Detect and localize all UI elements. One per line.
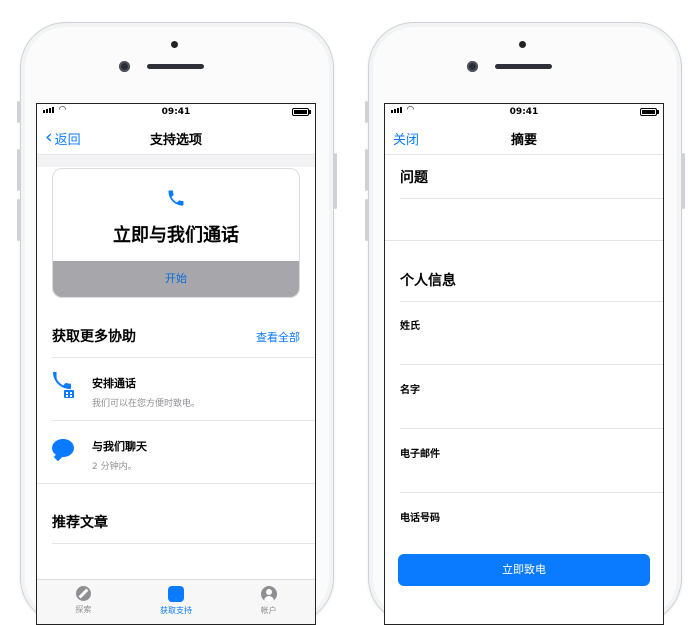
last-name-field[interactable] xyxy=(400,336,663,356)
front-camera xyxy=(119,61,130,72)
status-bar: ◠ 09:41 xyxy=(37,104,315,120)
mute-switch xyxy=(17,101,20,123)
status-time: 09:41 xyxy=(509,107,539,117)
last-name-label: 姓氏 xyxy=(400,321,420,332)
proximity-sensor xyxy=(519,41,526,48)
divider xyxy=(385,240,663,241)
divider xyxy=(52,543,315,544)
page-title: 支持选项 xyxy=(149,133,202,148)
phone-number-field[interactable] xyxy=(400,528,663,548)
mute-switch xyxy=(365,101,368,123)
recommended-heading: 推荐文章 xyxy=(52,515,108,531)
header-spacer xyxy=(37,155,315,167)
screen-support-options: ◠ 09:41 ‹ 返回 支持选项 立即与我们通话 开始 获取更多协助 查看全部 xyxy=(36,103,316,625)
volume-up-button xyxy=(365,149,368,191)
nav-bar: ‹ 返回 支持选项 xyxy=(37,120,315,155)
earpiece-speaker xyxy=(147,64,204,69)
divider xyxy=(400,301,663,302)
see-all-link[interactable]: 查看全部 xyxy=(256,329,300,345)
support-icon xyxy=(168,586,184,602)
call-now-card[interactable]: 立即与我们通话 开始 xyxy=(52,168,300,298)
divider xyxy=(400,492,663,493)
tab-get-support[interactable]: 获取支持 xyxy=(130,580,223,624)
first-name-field[interactable] xyxy=(400,400,663,420)
email-field[interactable] xyxy=(400,464,663,484)
phone-icon xyxy=(53,188,299,213)
problem-field[interactable] xyxy=(400,209,663,229)
call-now-button[interactable]: 立即致电 xyxy=(398,554,650,586)
divider xyxy=(400,364,663,365)
divider xyxy=(400,428,663,429)
tab-label: 探索 xyxy=(75,605,92,614)
power-button xyxy=(682,153,685,209)
front-camera xyxy=(467,61,478,72)
phone-right: ◠ 09:41 关闭 摘要 问题 个人信息 姓氏 名字 电子邮件 电话号码 立即… xyxy=(365,22,685,625)
email-label: 电子邮件 xyxy=(400,449,440,460)
list-item-chat[interactable]: 与我们聊天 2 分钟内。 xyxy=(37,421,315,483)
nav-bar: 关闭 摘要 xyxy=(385,120,663,155)
volume-up-button xyxy=(17,149,20,191)
divider xyxy=(400,198,663,199)
power-button xyxy=(334,153,337,209)
tab-label: 获取支持 xyxy=(160,606,192,615)
chat-subtitle: 2 分钟内。 xyxy=(92,462,137,472)
first-name-label: 名字 xyxy=(400,385,420,396)
schedule-call-subtitle: 我们可以在您方便时致电。 xyxy=(92,399,201,409)
chat-title: 与我们聊天 xyxy=(92,440,147,453)
status-bar: ◠ 09:41 xyxy=(385,104,663,120)
schedule-call-title: 安排通话 xyxy=(92,377,136,390)
account-icon xyxy=(260,586,277,602)
tab-label: 帐户 xyxy=(260,606,277,615)
compass-icon xyxy=(75,586,91,601)
problem-heading: 问题 xyxy=(400,170,428,186)
phone-number-label: 电话号码 xyxy=(400,513,440,524)
tab-bar: 探索 获取支持 帐户 xyxy=(37,579,315,624)
schedule-call-icon xyxy=(52,372,76,404)
volume-down-button xyxy=(365,199,368,241)
phone-left: ◠ 09:41 ‹ 返回 支持选项 立即与我们通话 开始 获取更多协助 查看全部 xyxy=(17,22,337,625)
list-item-schedule-call[interactable]: 安排通话 我们可以在您方便时致电。 xyxy=(37,358,315,420)
proximity-sensor xyxy=(171,41,178,48)
start-call-button[interactable]: 开始 xyxy=(53,261,299,297)
page-title: 摘要 xyxy=(510,133,537,148)
battery-icon xyxy=(640,108,659,116)
earpiece-speaker xyxy=(495,64,552,69)
personal-info-heading: 个人信息 xyxy=(400,273,456,289)
volume-down-button xyxy=(17,199,20,241)
call-card-title: 立即与我们通话 xyxy=(113,225,239,246)
status-time: 09:41 xyxy=(161,107,191,117)
divider xyxy=(37,483,315,484)
tab-explore[interactable]: 探索 xyxy=(37,580,130,624)
screen-summary: ◠ 09:41 关闭 摘要 问题 个人信息 姓氏 名字 电子邮件 电话号码 立即… xyxy=(384,103,664,625)
battery-icon xyxy=(292,108,311,116)
tab-account[interactable]: 帐户 xyxy=(222,580,315,624)
chat-bubble-icon xyxy=(52,439,74,457)
